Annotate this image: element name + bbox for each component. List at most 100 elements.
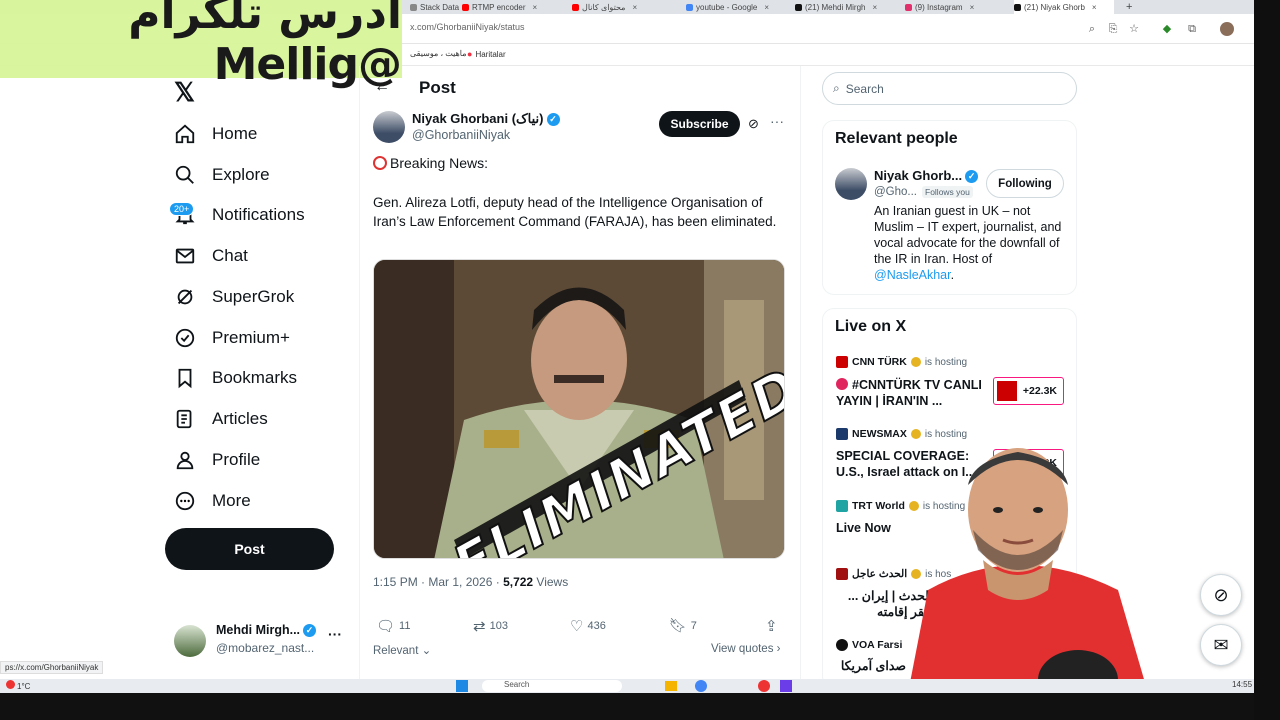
live-dot-icon (836, 378, 848, 390)
bookmark-button[interactable]: 🔖︎ 7 (669, 617, 697, 634)
person-handle[interactable]: @Gho... (874, 186, 917, 198)
taskbar-search[interactable]: Search (482, 680, 622, 692)
author-name[interactable]: Niyak Ghorbani (نیاک) (412, 111, 544, 126)
messages-fab[interactable]: ✉ (1200, 624, 1242, 666)
live-title-text[interactable]: #CNNTÜRK TV CANLI YAYIN | İRAN'IN ... (836, 377, 986, 409)
url-field[interactable]: x.com/GhorbaniiNiyak/status (410, 22, 525, 32)
letterbox-right (1254, 0, 1280, 720)
follows-you-badge: Follows you (922, 186, 973, 198)
live-host-row[interactable]: CNN TÜRK is hosting (836, 356, 967, 368)
verified-badge-icon (910, 429, 921, 439)
browser-tab[interactable]: RTMP encoder × (462, 0, 562, 14)
account-name-row: Mehdi Mirgh... ✓ (216, 623, 317, 638)
browser-tab[interactable]: (9) Instagram × (905, 0, 1005, 14)
nav-item-explore[interactable]: Explore (172, 160, 270, 190)
close-icon[interactable]: × (970, 3, 975, 12)
author-handle[interactable]: @GhorbaniiNiyak (412, 128, 510, 142)
search-icon: ⌕ (833, 81, 840, 95)
telegram-overlay-banner: آدرس تلگرام @Mellig (0, 0, 403, 90)
live-host-row[interactable]: NEWSMAX is hosting (836, 428, 967, 440)
author-avatar[interactable] (373, 111, 405, 143)
nav-item-chat[interactable]: Chat (172, 241, 248, 271)
like-button[interactable]: ♡ 436 (570, 617, 606, 635)
tab-favicon-icon (686, 3, 693, 11)
profile-avatar[interactable] (1220, 22, 1234, 36)
reply-button[interactable]: 🗨 11 (376, 617, 410, 635)
map-pin-icon: ● (467, 49, 473, 59)
close-icon[interactable]: × (764, 3, 769, 12)
star-icon[interactable]: ☆ (1127, 22, 1141, 36)
x-logo-icon[interactable]: 𝕏 (174, 77, 195, 108)
post-body: Gen. Alireza Lotfi, deputy head of the I… (373, 195, 777, 229)
subscribe-button[interactable]: Subscribe (659, 111, 740, 137)
sort-dropdown[interactable]: Relevant ⌄ (373, 643, 431, 657)
browser-tab[interactable]: youtube - Google × (686, 0, 786, 14)
search-input[interactable]: ⌕ Search (822, 72, 1077, 105)
live-viewers-badge[interactable]: +22.3K (993, 377, 1064, 405)
status-url-hover: ps://x.com/GhorbaniiNiyak (0, 661, 104, 674)
relevant-people-title: Relevant people (835, 130, 958, 147)
nav-item-articles[interactable]: Articles (172, 404, 268, 434)
clock: 14:55 (1232, 680, 1253, 689)
os-taskbar: 1°C Search 14:55 (0, 679, 1280, 693)
nav-item-profile[interactable]: Profile (172, 445, 260, 475)
chrome-icon[interactable] (695, 680, 707, 692)
close-icon[interactable]: × (1092, 3, 1097, 12)
person-name[interactable]: Niyak Ghorb... (874, 168, 962, 183)
share-icon: ⇪ (765, 618, 778, 635)
more-dots-icon[interactable]: ··· (770, 113, 784, 129)
avatar[interactable] (835, 168, 867, 200)
post-meta: 1:15 PM · Mar 1, 2026 · 5,722 Views (373, 575, 569, 589)
windows-start-icon[interactable] (456, 680, 468, 692)
close-icon[interactable]: × (632, 3, 637, 12)
following-button[interactable]: Following (986, 169, 1064, 198)
folder-icon[interactable] (665, 681, 677, 691)
bio-mention-link[interactable]: @NasleAkhar (874, 268, 951, 282)
webcam-presenter (868, 440, 1188, 693)
weather-temp[interactable]: 1°C (6, 680, 30, 691)
verified-badge-icon: ✓ (965, 170, 979, 184)
mail-icon (172, 243, 198, 269)
new-tab-icon[interactable]: + (1126, 0, 1138, 14)
more-dots-icon[interactable]: ··· (328, 626, 342, 642)
tab-favicon-icon (462, 3, 469, 11)
more-circle-icon (172, 488, 198, 514)
tab-favicon-icon (410, 3, 417, 11)
app-icon[interactable] (780, 680, 792, 692)
back-arrow-icon[interactable]: ← (374, 78, 390, 96)
chevron-down-icon: ⌄ (418, 645, 432, 657)
channel-logo-icon (836, 356, 848, 368)
post-image[interactable]: ELIMINATED (373, 259, 785, 559)
close-icon[interactable]: × (533, 3, 538, 12)
zoom-icon[interactable]: ⌕ (1085, 22, 1099, 36)
compose-post-button[interactable]: Post (165, 528, 334, 570)
bookmark-item[interactable]: ● Haritalar (467, 49, 506, 59)
account-switcher[interactable]: Mehdi Mirgh... ✓ @mobarez_nast... ··· (172, 620, 352, 658)
bookmark-item[interactable]: ماهیت ، موسیقی (410, 49, 467, 58)
article-icon (172, 406, 198, 432)
account-name: Mehdi Mirgh... (216, 623, 301, 637)
extension-icon[interactable]: ◆ (1160, 22, 1174, 36)
chevron-right-icon: › (773, 643, 781, 655)
share-button[interactable]: ⇪ (765, 617, 778, 635)
browser-tab[interactable]: (21) Mehdi Mirgh × (795, 0, 895, 14)
browser-tab[interactable]: محتوای کانال × (572, 0, 677, 14)
grok-fab[interactable]: ⊘ (1200, 574, 1242, 616)
view-quotes-link[interactable]: View quotes › (711, 643, 780, 655)
close-icon[interactable]: × (872, 3, 877, 12)
nav-item-premium[interactable]: Premium+ (172, 323, 290, 353)
nav-item-bookmarks[interactable]: Bookmarks (172, 363, 297, 393)
grok-icon[interactable]: ⊘ (748, 116, 759, 132)
nav-item-home[interactable]: Home (172, 119, 257, 149)
nav-item-supergrok[interactable]: SuperGrok (172, 282, 294, 312)
tab-favicon-icon (905, 3, 912, 11)
nav-item-more[interactable]: More (172, 486, 251, 516)
browser-tab-active[interactable]: (21) Niyak Ghorb × (1014, 0, 1114, 14)
heart-icon: ♡ (570, 618, 584, 635)
author-name-row: Niyak Ghorbani (نیاک) ✓ (412, 111, 560, 127)
install-icon[interactable]: ⎘ (1106, 22, 1120, 36)
app-icon[interactable] (758, 680, 770, 692)
puzzle-icon[interactable]: ⧉ (1185, 22, 1199, 36)
repost-button[interactable]: ⇄ 103 (473, 617, 508, 635)
verified-icon (172, 325, 198, 351)
